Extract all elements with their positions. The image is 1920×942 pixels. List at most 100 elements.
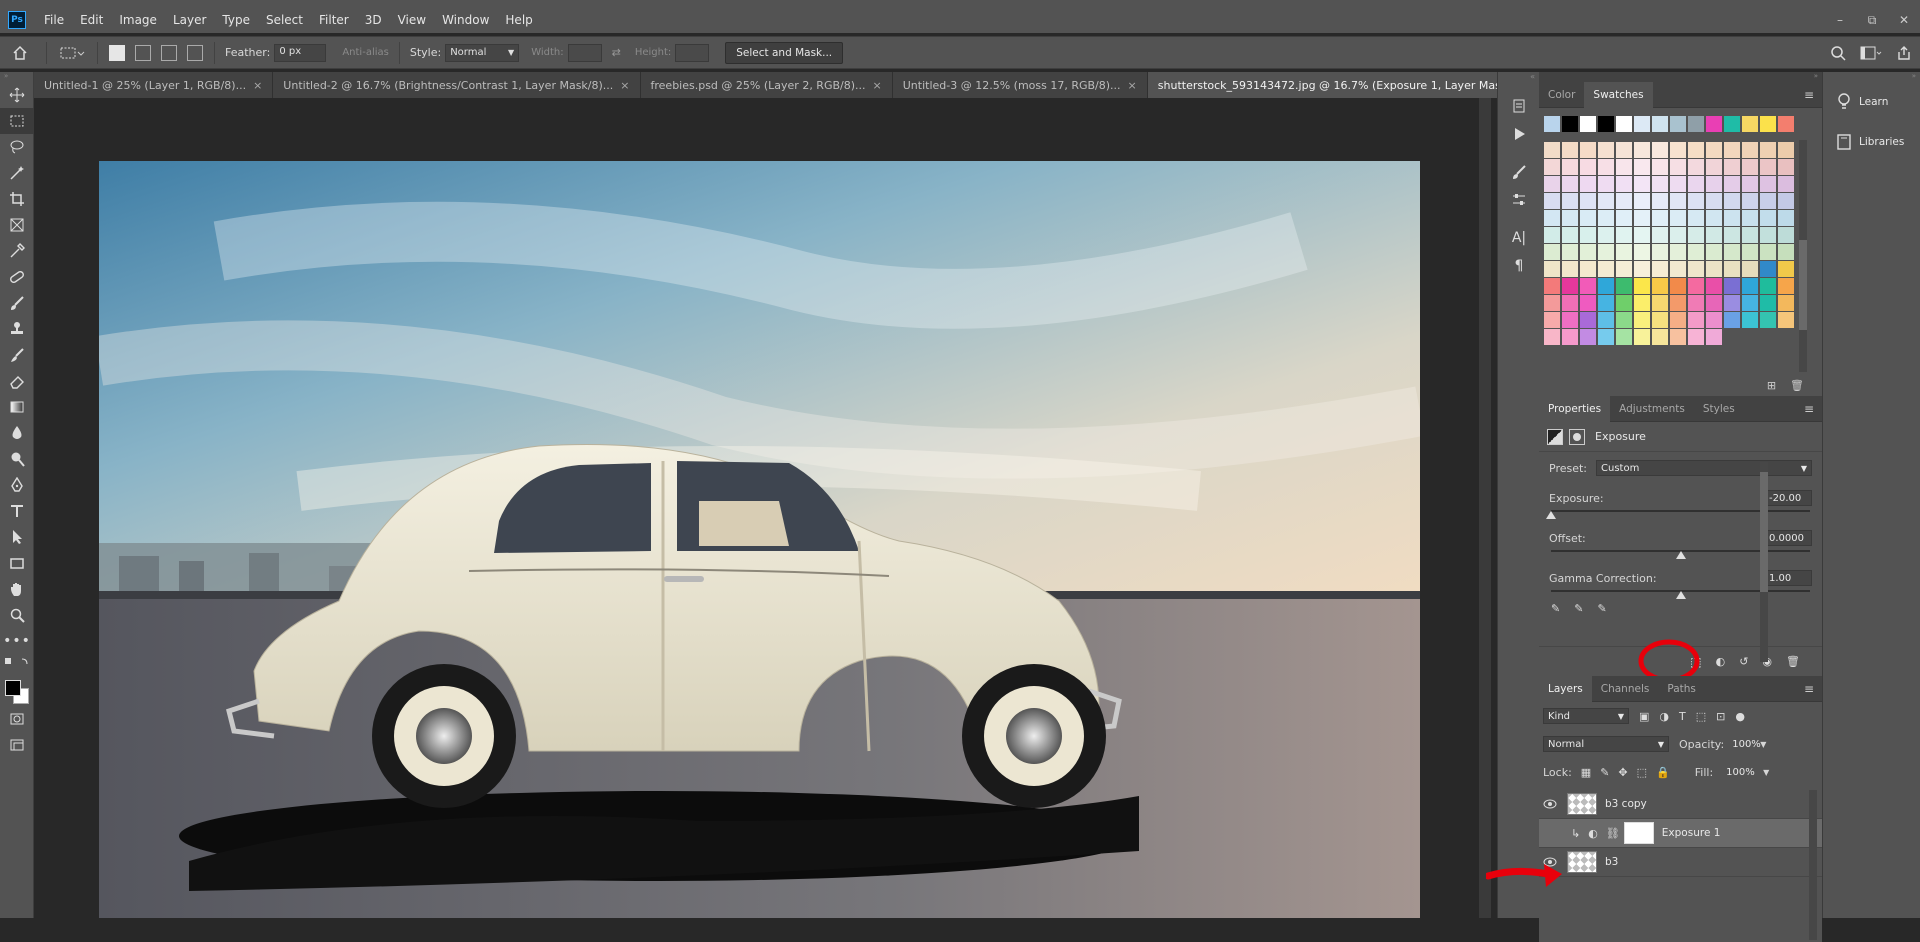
search-icon[interactable] bbox=[1830, 45, 1846, 61]
restore-button[interactable]: ⧉ bbox=[1856, 7, 1888, 33]
swatch[interactable] bbox=[1778, 312, 1794, 328]
tab-channels[interactable]: Channels bbox=[1592, 676, 1659, 702]
swatch[interactable] bbox=[1688, 312, 1704, 328]
lock-position-icon[interactable]: ✥ bbox=[1618, 766, 1627, 779]
home-icon[interactable] bbox=[0, 45, 40, 61]
swatch[interactable] bbox=[1724, 176, 1740, 192]
lock-artboard-icon[interactable]: ⬚ bbox=[1637, 766, 1647, 779]
swatch[interactable] bbox=[1760, 159, 1776, 175]
swatch[interactable] bbox=[1634, 176, 1650, 192]
menu-3d[interactable]: 3D bbox=[357, 13, 390, 27]
swatch[interactable] bbox=[1616, 312, 1632, 328]
menu-view[interactable]: View bbox=[390, 13, 434, 27]
tab-untitled-3[interactable]: Untitled-3 @ 12.5% (moss 17, RGB/8)... × bbox=[892, 72, 1148, 98]
panel-menu-icon[interactable]: ≡ bbox=[1804, 402, 1814, 416]
swatch[interactable] bbox=[1598, 176, 1614, 192]
close-button[interactable]: ✕ bbox=[1888, 7, 1920, 33]
swatch[interactable] bbox=[1580, 193, 1596, 209]
swatch[interactable] bbox=[1760, 142, 1776, 158]
swatch[interactable] bbox=[1562, 329, 1578, 345]
swatch[interactable] bbox=[1616, 329, 1632, 345]
lock-image-icon[interactable]: ✎ bbox=[1600, 766, 1609, 779]
swatch[interactable] bbox=[1544, 329, 1560, 345]
eyedropper-white-icon[interactable]: ✎ bbox=[1597, 602, 1606, 615]
swatch[interactable] bbox=[1778, 142, 1794, 158]
swatch[interactable] bbox=[1634, 116, 1650, 132]
libraries-button[interactable]: Libraries bbox=[1823, 122, 1920, 162]
swatch[interactable] bbox=[1688, 176, 1704, 192]
swatch[interactable] bbox=[1670, 159, 1686, 175]
swatch[interactable] bbox=[1778, 278, 1794, 294]
swatch[interactable] bbox=[1562, 227, 1578, 243]
swatch[interactable] bbox=[1580, 312, 1596, 328]
collapse-icon[interactable]: » bbox=[0, 72, 33, 82]
swatch[interactable] bbox=[1724, 295, 1740, 311]
swatch[interactable] bbox=[1742, 210, 1758, 226]
swatch[interactable] bbox=[1778, 227, 1794, 243]
swatch[interactable] bbox=[1760, 210, 1776, 226]
swatch[interactable] bbox=[1598, 116, 1614, 132]
offset-value[interactable]: 0.0000 bbox=[1764, 530, 1812, 546]
swatch[interactable] bbox=[1616, 176, 1632, 192]
swatch[interactable] bbox=[1616, 261, 1632, 277]
frame-tool-icon[interactable] bbox=[0, 212, 34, 238]
swatch[interactable] bbox=[1742, 312, 1758, 328]
swatch[interactable] bbox=[1688, 142, 1704, 158]
swatch[interactable] bbox=[1598, 210, 1614, 226]
panel-menu-icon[interactable]: ≡ bbox=[1804, 682, 1814, 696]
filter-adjustment-icon[interactable]: ◑ bbox=[1659, 710, 1669, 723]
exposure-slider[interactable] bbox=[1546, 510, 1810, 519]
quick-mask-icon[interactable] bbox=[0, 706, 34, 732]
swatch[interactable] bbox=[1760, 261, 1776, 277]
fill-value[interactable]: 100% bbox=[1722, 764, 1755, 780]
swatch[interactable] bbox=[1544, 159, 1560, 175]
swatch[interactable] bbox=[1580, 159, 1596, 175]
workspace-icon[interactable] bbox=[1860, 45, 1882, 61]
eyedropper-gray-icon[interactable]: ✎ bbox=[1574, 602, 1583, 615]
brush-settings-icon[interactable] bbox=[1498, 158, 1540, 186]
swatch[interactable] bbox=[1742, 244, 1758, 260]
swatch[interactable] bbox=[1616, 116, 1632, 132]
brush-tool-icon[interactable] bbox=[0, 290, 34, 316]
blend-mode-select[interactable]: Normal ▼ bbox=[1543, 736, 1669, 752]
swatch[interactable] bbox=[1562, 193, 1578, 209]
swatch[interactable] bbox=[1616, 210, 1632, 226]
path-selection-tool-icon[interactable] bbox=[0, 524, 34, 550]
swatch[interactable] bbox=[1760, 278, 1776, 294]
gamma-thumb[interactable] bbox=[1675, 591, 1686, 599]
swatch[interactable] bbox=[1652, 261, 1668, 277]
rectangular-marquee-tool-icon[interactable] bbox=[0, 108, 34, 134]
lock-all-icon[interactable]: 🔒 bbox=[1656, 766, 1670, 779]
swatch[interactable] bbox=[1706, 295, 1722, 311]
swatch[interactable] bbox=[1688, 278, 1704, 294]
swatch[interactable] bbox=[1742, 193, 1758, 209]
swatch[interactable] bbox=[1562, 295, 1578, 311]
swatch[interactable] bbox=[1742, 159, 1758, 175]
reset-icon[interactable]: ↺ bbox=[1739, 655, 1748, 668]
menu-image[interactable]: Image bbox=[111, 13, 165, 27]
swap-icon[interactable]: ⇄ bbox=[612, 46, 621, 59]
swatch[interactable] bbox=[1562, 176, 1578, 192]
new-swatch-icon[interactable]: ⊞ bbox=[1767, 379, 1776, 392]
swatch[interactable] bbox=[1634, 142, 1650, 158]
tab-adjustments[interactable]: Adjustments bbox=[1610, 396, 1694, 422]
swatch[interactable] bbox=[1706, 176, 1722, 192]
exposure-value[interactable]: -20.00 bbox=[1764, 490, 1812, 506]
filter-type-icon[interactable]: T bbox=[1679, 710, 1686, 723]
swatch[interactable] bbox=[1706, 159, 1722, 175]
swatch[interactable] bbox=[1742, 278, 1758, 294]
swatch[interactable] bbox=[1544, 244, 1560, 260]
swatch[interactable] bbox=[1616, 142, 1632, 158]
blur-tool-icon[interactable] bbox=[0, 420, 34, 446]
swatch[interactable] bbox=[1688, 329, 1704, 345]
swatch[interactable] bbox=[1598, 278, 1614, 294]
paragraph-icon[interactable]: ¶ bbox=[1498, 252, 1540, 280]
swatch[interactable] bbox=[1688, 210, 1704, 226]
swatch[interactable] bbox=[1724, 227, 1740, 243]
tab-paths[interactable]: Paths bbox=[1658, 676, 1705, 702]
swatch[interactable] bbox=[1670, 312, 1686, 328]
history-brush-tool-icon[interactable] bbox=[0, 342, 34, 368]
canvas-scrollbar[interactable] bbox=[1479, 98, 1491, 918]
swatch[interactable] bbox=[1706, 210, 1722, 226]
swatch[interactable] bbox=[1670, 193, 1686, 209]
